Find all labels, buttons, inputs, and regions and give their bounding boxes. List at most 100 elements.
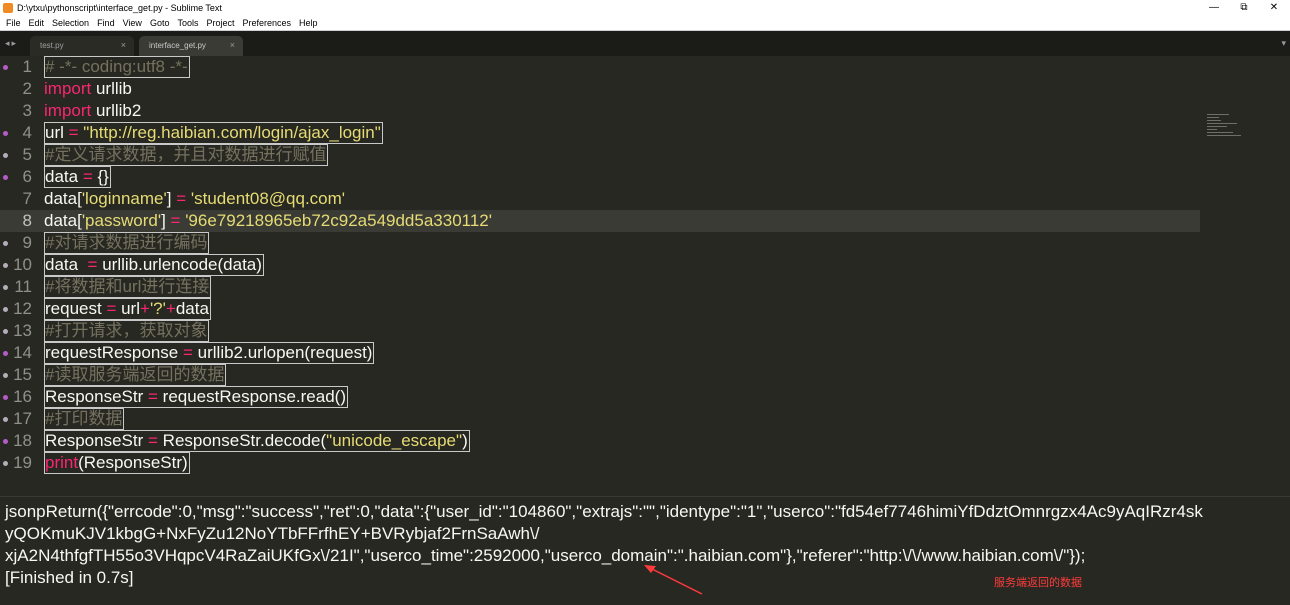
code-line: 16 ResponseStr = requestResponse.read() [0,386,1200,408]
string-token: 'student08@qq.com' [190,189,346,208]
menu-help[interactable]: Help [295,16,322,30]
output-line: jsonpReturn({"errcode":0,"msg":"success"… [5,502,1203,521]
code-line: 14 requestResponse = urllib2.urlopen(req… [0,342,1200,364]
line-number: 19 [13,453,32,472]
output-finished-line: [Finished in 0.7s] [5,568,134,587]
code-text: # -*- coding:utf8 -*- [44,56,190,78]
keyword-token: import [44,79,92,98]
code-token: data [45,255,88,274]
comment-token: #对请求数据进行编码 [45,233,208,252]
code-text: requestResponse = urllib2.urlopen(reques… [44,342,375,364]
string-token: 'password' [81,211,162,230]
menu-file[interactable]: File [0,16,25,30]
operator-token: + [165,299,176,318]
code-editor[interactable]: 1 # -*- coding:utf8 -*- 2 import urllib … [0,56,1290,496]
code-text: #打开请求，获取对象 [44,320,210,342]
line-number: 5 [22,145,32,164]
line-number: 18 [13,431,32,450]
code-line-current: 8 data['password'] = '96e79218965eb72c92… [0,210,1200,232]
code-token: data[ [44,189,82,208]
code-line: 6 data = {} [0,166,1200,188]
code-token: urllib.urlencode(data) [97,255,262,274]
code-line: 2 import urllib [0,78,1200,100]
code-token: url [45,123,69,142]
string-token: 'loginname' [81,189,167,208]
menu-tools[interactable]: Tools [173,16,202,30]
line-number: 6 [22,167,32,186]
code-token: urllib2.urlopen(request) [192,343,373,362]
line-number: 2 [22,79,32,98]
line-number: 10 [13,255,32,274]
code-line: 1 # -*- coding:utf8 -*- [0,56,1200,78]
operator-token: = [82,167,93,186]
operator-token: = [148,431,158,450]
code-token: data [45,167,83,186]
menu-project[interactable]: Project [202,16,238,30]
minimap[interactable] [1207,114,1241,140]
string-token: "http://reg.haibian.com/login/ajax_login… [83,123,381,142]
output-line: xjA2N4thfgfTH55o3VHqpcV4RaZaiUKfGx\/21I"… [5,546,1086,565]
code-token: urllib2 [91,101,142,120]
comment-token: #打开请求，获取对象 [45,321,208,340]
menu-preferences[interactable]: Preferences [238,16,295,30]
code-text: data['loginname'] = 'student08@qq.com' [44,188,345,210]
line-number: 1 [22,57,32,76]
menu-find[interactable]: Find [93,16,119,30]
tab-label: interface_get.py [149,41,206,50]
code-token: ResponseStr [45,431,148,450]
line-number: 16 [13,387,32,406]
menu-view[interactable]: View [119,16,146,30]
operator-token: = [176,189,187,208]
line-number: 4 [22,123,32,142]
minimize-button[interactable]: — [1200,1,1228,15]
line-number: 11 [14,277,32,296]
code-line: 15 #读取服务端返回的数据 [0,364,1200,386]
string-token: "unicode_escape" [326,431,463,450]
menu-bar: File Edit Selection Find View Goto Tools Projec… [0,16,1290,31]
tab-close-icon[interactable]: × [230,40,235,50]
code-token: ] [161,211,171,230]
annotation-arrow-icon [644,565,703,595]
code-text: url = "http://reg.haibian.com/login/ajax… [44,122,383,144]
tab-bar: ◂▸ test.py × interface_get.py × ▾ [0,31,1290,56]
tab-nav-arrows[interactable]: ◂▸ [5,38,18,49]
code-line: 4 url = "http://reg.haibian.com/login/aj… [0,122,1200,144]
code-line: 11 #将数据和url进行连接 [0,276,1200,298]
line-number: 8 [22,211,32,230]
string-token: '?' [149,299,166,318]
comment-token: #读取服务端返回的数据 [45,365,225,384]
code-line: 19 print(ResponseStr) [0,452,1200,474]
code-token: {} [92,167,109,186]
code-text: #读取服务端返回的数据 [44,364,227,386]
code-text: import urllib2 [44,100,141,122]
operator-token: = [68,123,79,142]
tab-close-icon[interactable]: × [121,40,126,50]
code-token: urllib [91,79,132,98]
tab-interface-get-py[interactable]: interface_get.py × [139,36,243,56]
code-line: 7 data['loginname'] = 'student08@qq.com' [0,188,1200,210]
menu-goto[interactable]: Goto [146,16,174,30]
code-text: print(ResponseStr) [44,452,190,474]
annotation-label: 服务端返回的数据 [994,576,1082,589]
operator-token: + [140,299,150,318]
code-line: 10 data = urllib.urlencode(data) [0,254,1200,276]
string-token: '96e79218965eb72c92a549dd5a330112' [185,211,493,230]
code-line: 12 request = url+'?'+data [0,298,1200,320]
menu-selection[interactable]: Selection [48,16,93,30]
code-token: requestResponse [45,343,183,362]
code-line: 3 import urllib2 [0,100,1200,122]
line-number: 14 [13,343,32,362]
comment-token: #打印数据 [45,409,123,428]
code-line: 18 ResponseStr = ResponseStr.decode("uni… [0,430,1200,452]
menu-edit[interactable]: Edit [25,16,49,30]
comment-token: # -*- coding:utf8 -*- [45,57,188,76]
tab-test-py[interactable]: test.py × [30,36,134,56]
operator-token: = [87,255,98,274]
code-token: requestResponse.read() [157,387,346,406]
code-token: (ResponseStr) [78,453,188,472]
close-button[interactable]: ✕ [1260,1,1288,15]
code-text: data['password'] = '96e79218965eb72c92a5… [44,210,492,232]
maximize-button[interactable]: ⧉ [1230,1,1258,15]
tab-menu-icon[interactable]: ▾ [1281,38,1286,49]
operator-token: = [148,387,158,406]
